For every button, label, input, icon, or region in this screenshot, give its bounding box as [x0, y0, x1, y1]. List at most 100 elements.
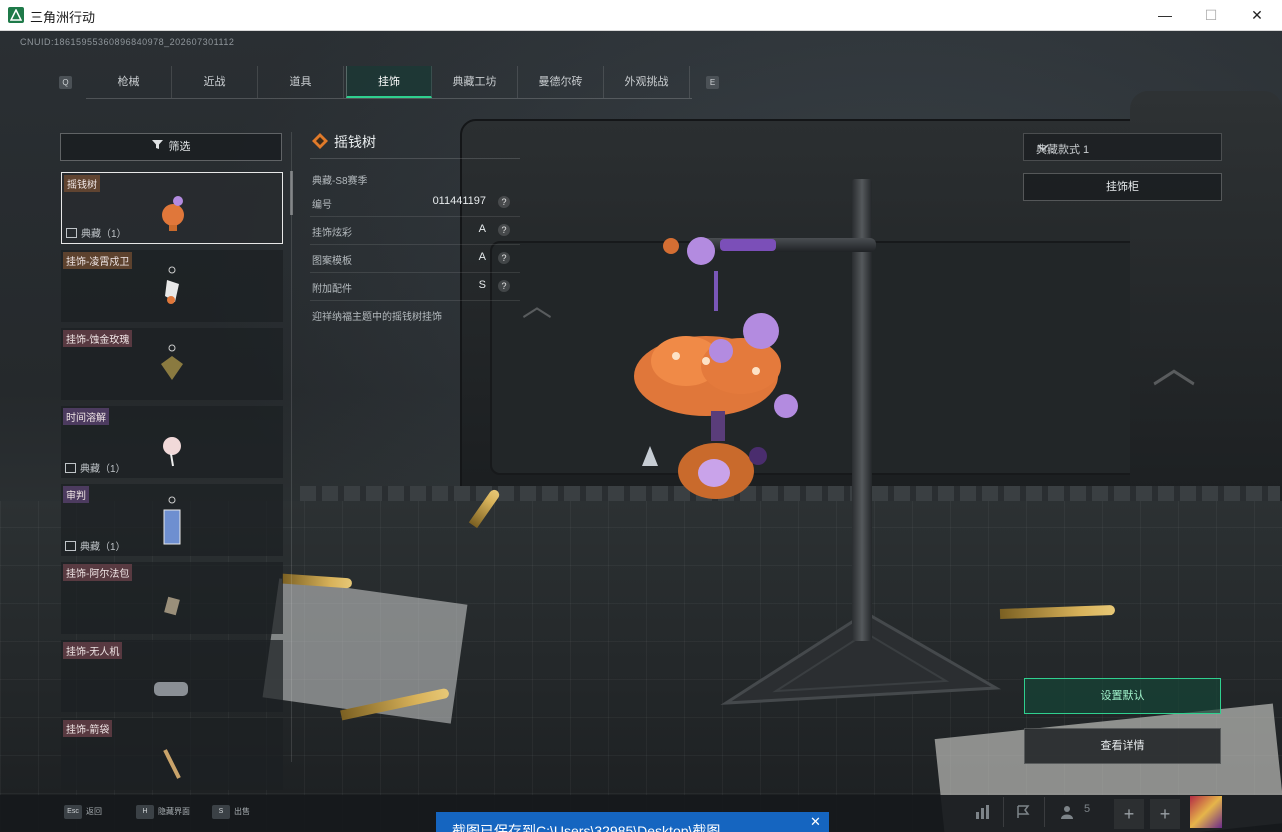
tab-collection-workshop[interactable]: 典藏工坊 — [432, 66, 518, 98]
window-titlebar: 三角洲行动 — ☐ ✕ — [0, 0, 1282, 31]
season-text: 典藏-S8赛季 — [312, 176, 368, 187]
list-item[interactable]: 审判 典藏（1） — [61, 484, 283, 556]
team-count: 5 — [1084, 803, 1091, 815]
help-icon[interactable]: ? — [498, 280, 510, 292]
help-icon[interactable]: ? — [498, 196, 510, 208]
rarity-diamond-icon — [312, 133, 328, 149]
screenshot-saved-toast: 截图已保存到C:\Users\32985\Desktop\截图 ✕ — [436, 812, 829, 832]
hint-hide-ui[interactable]: H 隐藏界面 — [136, 805, 190, 819]
charm-thumbnail-image — [154, 682, 188, 696]
team-icon[interactable] — [1056, 801, 1082, 827]
list-item[interactable]: 挂饰-阿尔法包 — [61, 562, 283, 634]
chevron-down-icon — [1036, 140, 1211, 157]
list-item[interactable]: 时间溶解 典藏（1） — [61, 406, 283, 478]
list-item-label: 挂饰-阿尔法包 — [63, 564, 133, 581]
key-s: S — [212, 805, 230, 819]
list-divider — [291, 132, 292, 762]
hint-back[interactable]: Esc 返回 — [64, 805, 102, 819]
scene-arrow-icon: ︿ — [1152, 343, 1196, 392]
set-default-button[interactable]: 设置默认 — [1024, 678, 1221, 714]
detail-value: A — [478, 251, 486, 263]
tab-next-key[interactable]: E — [706, 76, 719, 89]
player-avatar[interactable] — [1190, 796, 1222, 828]
tab-mandel-brick[interactable]: 曼德尔砖 — [518, 66, 604, 98]
category-tab-bar: 枪械 近战 道具 挂饰 典藏工坊 曼德尔砖 外观挑战 — [86, 66, 692, 99]
list-scrollbar[interactable] — [290, 171, 293, 215]
detail-value: A — [478, 223, 486, 235]
list-item[interactable]: 挂饰-凌霄戍卫 — [61, 250, 283, 322]
filter-label: 筛选 — [168, 141, 191, 153]
view-details-button[interactable]: 查看详情 — [1024, 728, 1221, 764]
list-item-tag: 典藏（1） — [65, 538, 126, 553]
list-item[interactable]: 挂饰-箭袋 — [61, 718, 283, 790]
list-item-label: 摇钱树 — [64, 175, 100, 192]
flag-icon[interactable] — [1010, 801, 1036, 827]
charm-thumbnail-image — [162, 196, 184, 231]
charm-thumbnail-image — [165, 266, 179, 304]
minimize-button[interactable]: — — [1142, 0, 1188, 30]
item-description: 迎祥纳福主题中的摇钱树挂饰 — [312, 312, 442, 323]
money-tree-charm-image — [634, 237, 798, 499]
list-item-label: 挂饰-箭袋 — [63, 720, 113, 737]
list-item-tag: 典藏（1） — [65, 460, 126, 475]
style-select[interactable]: 典藏款式 1 — [1023, 133, 1222, 161]
window-title: 三角洲行动 — [30, 10, 96, 25]
crate-lid-image — [490, 241, 1154, 475]
list-item-label: 挂饰-凌霄戍卫 — [63, 252, 133, 269]
charm-list[interactable]: 摇钱树 典藏（1） 挂饰-凌霄戍卫 挂饰-蚀金玫瑰 时间溶解 典藏（1） 审判 … — [61, 172, 283, 808]
charm-thumbnail-image — [161, 344, 183, 380]
tab-charms[interactable]: 挂饰 — [346, 66, 432, 98]
detail-key: 挂饰炫彩 — [312, 228, 352, 239]
filter-icon — [151, 134, 163, 160]
game-viewport: ︿ ︿ CNUID:18615955360896840978_202607301… — [0, 31, 1282, 832]
detail-value: S — [478, 279, 486, 291]
detail-divider — [310, 158, 520, 159]
list-item-label: 挂饰-无人机 — [63, 642, 123, 659]
list-item[interactable]: 挂饰-无人机 — [61, 640, 283, 712]
add-member-button[interactable]: + — [1114, 799, 1144, 829]
key-esc: Esc — [64, 805, 82, 819]
detail-row: 编号 011441197 ? — [310, 190, 520, 217]
image-icon — [65, 463, 76, 473]
list-item[interactable]: 挂饰-蚀金玫瑰 — [61, 328, 283, 400]
detail-key: 附加配件 — [312, 284, 352, 295]
help-icon[interactable]: ? — [498, 252, 510, 264]
tab-guns[interactable]: 枪械 — [86, 66, 172, 98]
scene-arrow-icon: ︿ — [522, 290, 552, 323]
charm-thumbnail-image — [164, 596, 180, 616]
list-item-label: 挂饰-蚀金玫瑰 — [63, 330, 133, 347]
toast-close-icon[interactable]: ✕ — [810, 814, 821, 830]
toast-text: 截图已保存到C:\Users\32985\Desktop\截图 — [452, 823, 721, 832]
item-title: 摇钱树 — [312, 132, 376, 152]
detail-row: 挂饰炫彩 A ? — [310, 218, 520, 245]
charm-thumbnail-image — [163, 437, 181, 467]
image-icon — [66, 228, 77, 238]
bottom-divider — [1044, 797, 1045, 827]
list-item-label: 时间溶解 — [63, 408, 109, 425]
image-icon — [65, 541, 76, 551]
tab-prev-key[interactable]: Q — [59, 76, 72, 89]
charm-thumbnail-image — [163, 749, 181, 779]
tab-items[interactable]: 道具 — [258, 66, 344, 98]
charm-rack-button[interactable]: 挂饰柜 — [1023, 173, 1222, 201]
help-icon[interactable]: ? — [498, 224, 510, 236]
maximize-button[interactable]: ☐ — [1188, 0, 1234, 30]
stats-chart-icon[interactable] — [970, 801, 996, 827]
charm-thumbnail-image — [163, 496, 181, 545]
list-item-tag: 典藏（1） — [66, 225, 127, 240]
detail-row: 附加配件 S ? — [310, 274, 520, 301]
tab-appearance-challenge[interactable]: 外观挑战 — [604, 66, 690, 98]
tab-melee[interactable]: 近战 — [172, 66, 258, 98]
bottom-divider — [1003, 797, 1004, 827]
hint-sell[interactable]: S 出售 — [212, 805, 250, 819]
add-member-button[interactable]: + — [1150, 799, 1180, 829]
detail-key: 编号 — [312, 200, 332, 211]
detail-value: 011441197 — [432, 195, 486, 207]
key-h: H — [136, 805, 154, 819]
detail-key: 图案模板 — [312, 256, 352, 267]
filter-button[interactable]: 筛选 — [60, 133, 282, 161]
list-item[interactable]: 摇钱树 典藏（1） — [61, 172, 283, 244]
player-uid-text: CNUID:18615955360896840978_202607301112 — [20, 37, 235, 47]
close-button[interactable]: ✕ — [1234, 0, 1280, 30]
list-item-label: 审判 — [63, 486, 89, 503]
